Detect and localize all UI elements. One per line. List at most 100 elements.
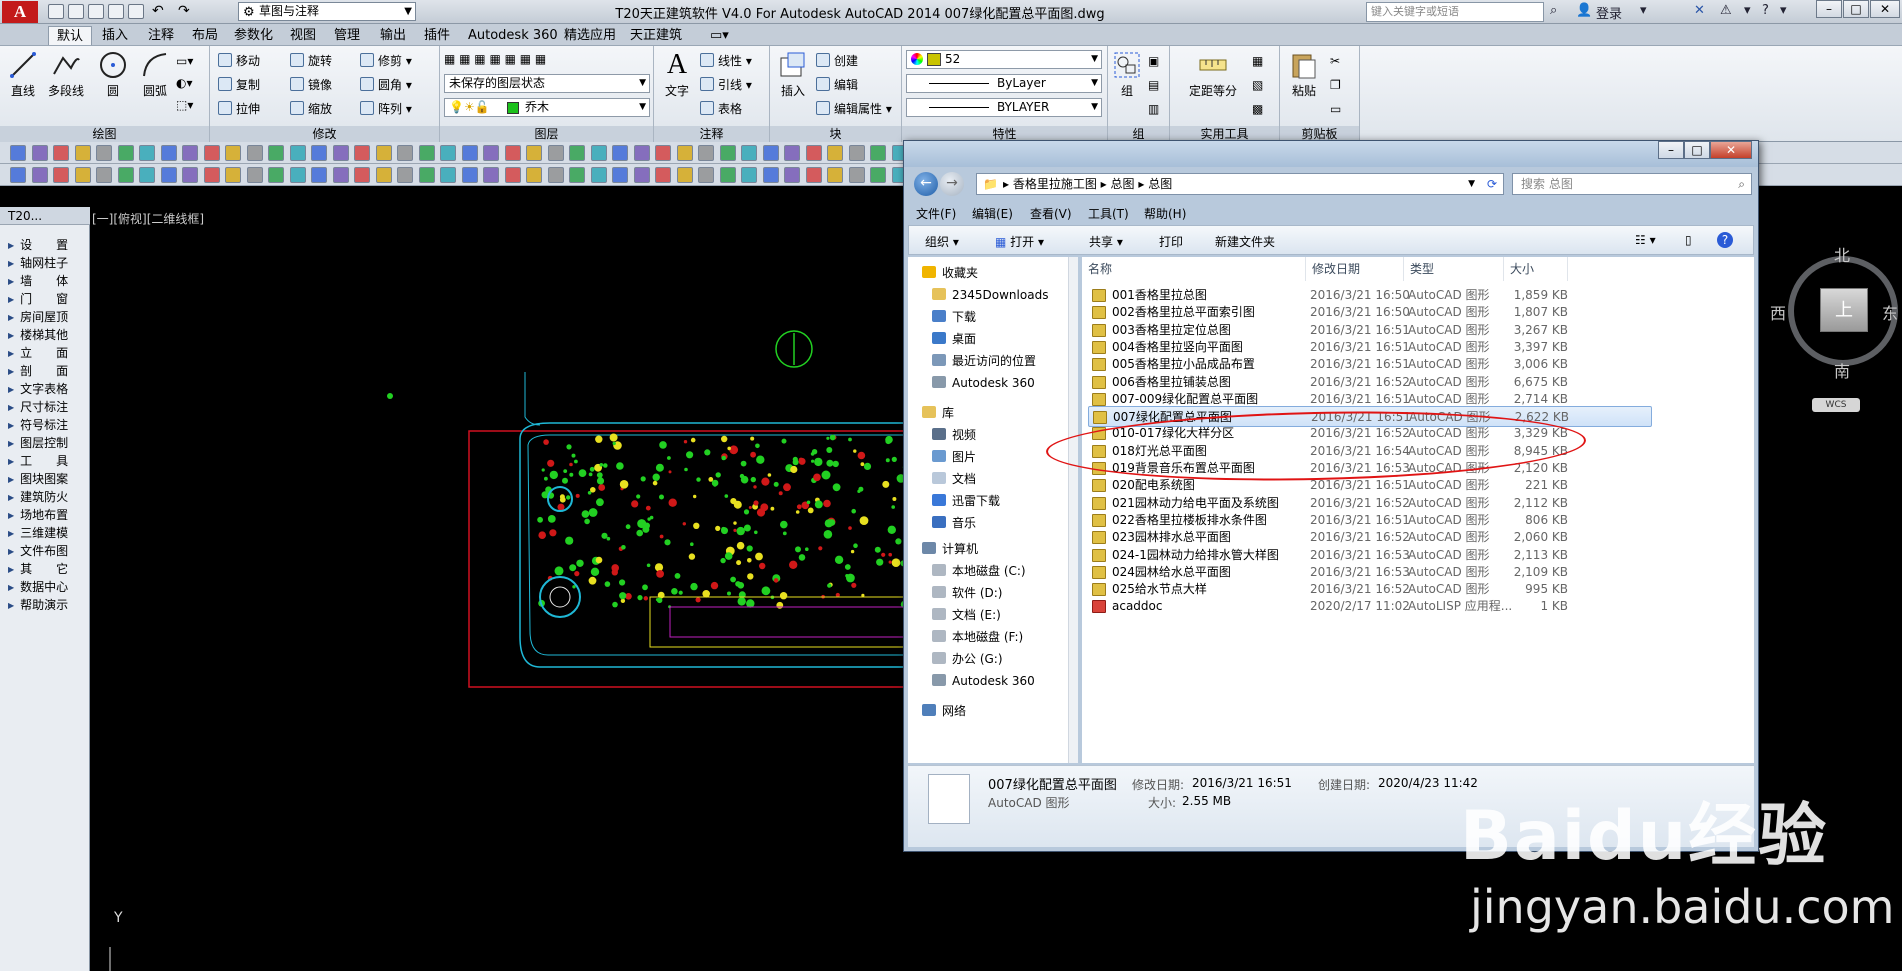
toolbar-tool-icon[interactable] (827, 145, 843, 161)
t20-menu-item[interactable]: 房间屋顶 (8, 308, 68, 326)
color-select[interactable]: 52 ▼ (906, 50, 1102, 69)
table-tool[interactable]: 表格 (700, 100, 742, 118)
toolbar-tool-icon[interactable] (74, 145, 91, 161)
nav-item[interactable]: 视频 (932, 425, 976, 445)
compass-east[interactable]: 东 (1882, 300, 1898, 324)
toolbar-tool-icon[interactable] (397, 167, 413, 183)
edit-attributes-tool[interactable]: 编辑属性 ▾ (816, 100, 892, 118)
tab-annotate[interactable]: 注释 (140, 26, 182, 45)
nav-item[interactable]: 2345Downloads (932, 285, 1048, 305)
toolbar-tool-icon[interactable] (870, 145, 886, 161)
toolbar-tool-icon[interactable] (612, 167, 628, 183)
linetype-select[interactable]: ByLayer ▼ (906, 74, 1102, 93)
nav-item[interactable]: 迅雷下载 (932, 491, 1000, 511)
tab-default[interactable]: 默认 (48, 26, 93, 45)
match-properties-icon[interactable]: ▭ (1330, 100, 1341, 118)
ungroup-icon[interactable]: ▣ (1148, 52, 1159, 70)
toolbar-tool-icon[interactable] (10, 145, 26, 161)
exchange-apps-icon[interactable]: ✕ (1694, 3, 1705, 18)
nav-group-header[interactable]: 收藏夹 (922, 263, 978, 283)
t20-menu-item[interactable]: 场地布置 (8, 506, 68, 524)
workspace-select[interactable]: ⚙ 草图与注释 ▼ (238, 2, 416, 21)
hatch-icon[interactable]: ◐▾ (176, 74, 193, 92)
print-icon[interactable] (128, 4, 144, 19)
toolbar-tool-icon[interactable] (719, 145, 736, 161)
t20-menu-item[interactable]: 墙 体 (8, 272, 68, 290)
toolbar-tool-icon[interactable] (96, 145, 112, 161)
block-panel-label[interactable]: 块 (770, 126, 901, 142)
column-header-name[interactable]: 名称 (1082, 257, 1306, 281)
nav-item[interactable]: 文档 (932, 469, 976, 489)
select-all-icon[interactable]: ▧ (1252, 76, 1263, 94)
toolbar-tool-icon[interactable] (461, 167, 478, 183)
insert-block-tool[interactable]: 插入 (772, 50, 814, 99)
share-button[interactable]: 共享 ▾ (1089, 233, 1123, 250)
wcs-menu[interactable]: WCS (1812, 398, 1860, 412)
nav-item[interactable]: 软件 (D:) (932, 583, 1002, 603)
toolbar-tool-icon[interactable] (633, 145, 650, 161)
toolbar-tool-icon[interactable] (225, 167, 241, 183)
viewport-label[interactable]: [一][俯视][二维线框] (92, 210, 204, 227)
address-bar[interactable]: 📁 ▸ 香格里拉施工图 ▸ 总图 ▸ 总图 ▼ ⟳ (976, 173, 1504, 195)
toolbar-tool-icon[interactable] (504, 167, 521, 183)
tab-layout[interactable]: 布局 (184, 26, 226, 45)
save-as-icon[interactable] (108, 4, 124, 19)
nav-item[interactable]: 桌面 (932, 329, 976, 349)
redo-icon[interactable]: ↷ (178, 3, 190, 19)
navigation-scrollbar[interactable] (1068, 257, 1078, 763)
t20-menu-item[interactable]: 尺寸标注 (8, 398, 68, 416)
nav-item[interactable]: 文档 (E:) (932, 605, 1001, 625)
nav-item[interactable]: 图片 (932, 447, 976, 467)
polyline-tool[interactable]: 多段线 (42, 50, 90, 99)
tab-plugins[interactable]: 插件 (416, 26, 458, 45)
toolbar-tool-icon[interactable] (655, 145, 671, 161)
t20-menu-item[interactable]: 三维建模 (8, 524, 68, 542)
nav-item[interactable]: 办公 (G:) (932, 649, 1003, 669)
tab-manage[interactable]: 管理 (326, 26, 368, 45)
open-file-icon[interactable] (68, 4, 84, 19)
rectangle-icon[interactable]: ▭▾ (176, 52, 193, 70)
toolbar-tool-icon[interactable] (612, 145, 628, 161)
tab-parametric[interactable]: 参数化 (226, 26, 281, 45)
refresh-icon[interactable]: ⟳ (1487, 174, 1497, 194)
tab-output[interactable]: 输出 (372, 26, 414, 45)
toolbar-tool-icon[interactable] (332, 145, 349, 161)
t20-menu-item[interactable]: 文件布图 (8, 542, 68, 560)
nav-item[interactable]: Autodesk 360 (932, 373, 1035, 393)
menu-help[interactable]: 帮助(H) (1144, 205, 1186, 222)
toolbar-tool-icon[interactable] (139, 167, 155, 183)
layers-panel-label[interactable]: 图层 (440, 126, 653, 142)
breadcrumb-item[interactable]: 香格里拉施工图 (1013, 177, 1097, 191)
draw-panel-label[interactable]: 绘图 (0, 126, 209, 142)
toolbar-tool-icon[interactable] (784, 167, 800, 183)
login-link[interactable]: 登录 (1596, 3, 1622, 22)
toolbar-tool-icon[interactable] (784, 145, 800, 161)
autocad-logo-icon[interactable]: A (2, 1, 38, 23)
toolbar-tool-icon[interactable] (762, 167, 779, 183)
toolbar-tool-icon[interactable] (676, 167, 693, 183)
nav-item[interactable]: 本地磁盘 (C:) (932, 561, 1026, 581)
nav-item[interactable]: Autodesk 360 (932, 671, 1035, 691)
circle-tool[interactable]: 圆 (92, 50, 134, 99)
toolbar-tool-icon[interactable] (10, 167, 26, 183)
toolbar-tool-icon[interactable] (332, 167, 349, 183)
group-select-icon[interactable]: ▥ (1148, 100, 1159, 118)
breadcrumb-item[interactable]: 总图 (1111, 177, 1135, 191)
help-search-input[interactable]: 键入关键字或短语 (1366, 2, 1544, 22)
save-icon[interactable] (88, 4, 104, 19)
t20-menu-item[interactable]: 设 置 (8, 236, 68, 254)
toolbar-tool-icon[interactable] (246, 145, 263, 161)
toolbar-tool-icon[interactable] (96, 167, 112, 183)
toolbar-tool-icon[interactable] (397, 145, 413, 161)
linear-dim-tool[interactable]: 线性 ▾ (700, 52, 752, 70)
toolbar-tool-icon[interactable] (53, 167, 69, 183)
file-row[interactable]: acaddoc 2020/2/17 11:02 AutoLISP 应用程... 1 K… (1088, 596, 1652, 617)
toolbar-tool-icon[interactable] (182, 167, 198, 183)
t20-menu-item[interactable]: 工 具 (8, 452, 68, 470)
toolbar-tool-icon[interactable] (375, 145, 392, 161)
t20-menu-item[interactable]: 其 它 (8, 560, 68, 578)
stay-connected-icon[interactable]: ⚠ (1720, 3, 1732, 18)
breadcrumb-item[interactable]: 总图 (1148, 177, 1172, 191)
paste-tool[interactable]: 粘贴 (1284, 50, 1324, 99)
fillet-tool[interactable]: 圆角 ▾ (360, 76, 412, 94)
